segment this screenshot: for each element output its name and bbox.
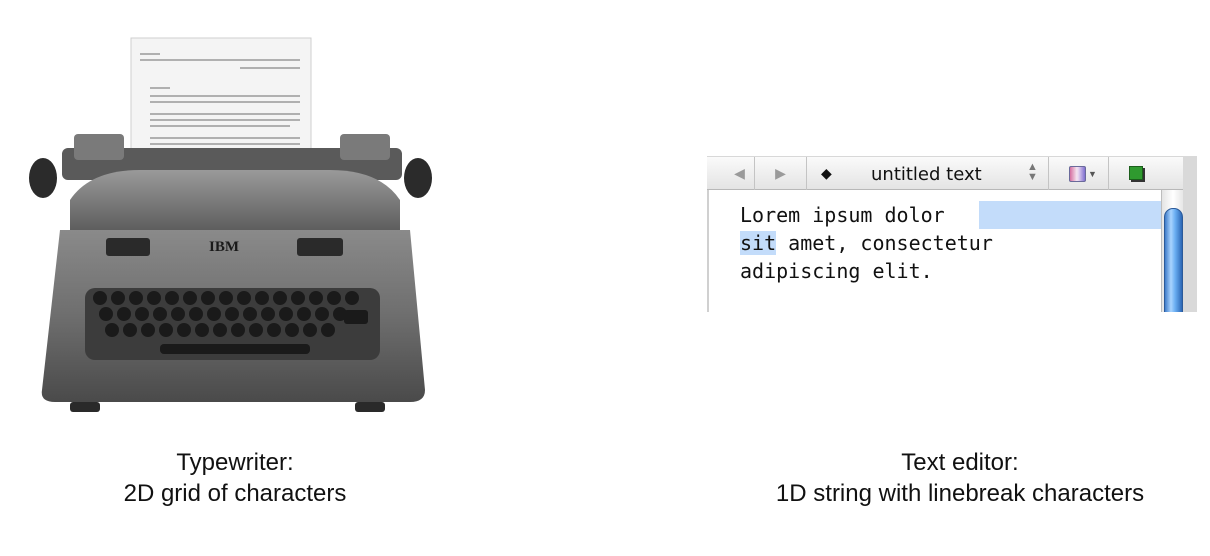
editor-toolbar: ◀ ▶ ◆ untitled text ▲ ▼ ▼ <box>707 156 1183 190</box>
typewriter-caption-line2: 2D grid of characters <box>123 480 347 507</box>
title-popup-separator <box>1019 157 1049 190</box>
selected-text: sit <box>740 231 777 255</box>
ibm-logo: IBM <box>209 239 239 255</box>
scrollbar-thumb[interactable] <box>1164 208 1183 312</box>
text-line-1: Lorem ipsum dolor <box>740 203 957 227</box>
text-editor-caption-line1: Text editor: <box>901 449 1019 476</box>
text-editor-window: ◀ ▶ ◆ untitled text ▲ ▼ ▼ Lorem ipsum dol… <box>707 156 1197 312</box>
triangle-left-icon: ◀ <box>734 165 745 181</box>
text-line-2-rest: amet, consectetur <box>776 231 993 255</box>
diamond-icon: ◆ <box>821 165 832 181</box>
text-content-area[interactable]: Lorem ipsum dolor sit amet, consectetur … <box>707 190 1163 312</box>
typewriter-caption: Typewriter: 2D grid of characters <box>0 447 470 509</box>
typewriter-photo: IBM <box>29 37 432 412</box>
text-editor-caption: Text editor: 1D string with linebreak ch… <box>700 447 1210 509</box>
bookmarks-menu <box>1049 157 1109 190</box>
typewriter-caption-line1: Typewriter: <box>176 449 294 476</box>
text-line-3: adipiscing elit. <box>740 259 933 283</box>
window-edge <box>1183 156 1197 312</box>
back-button[interactable]: ◀ <box>725 157 755 190</box>
triangle-right-icon: ▶ <box>775 165 786 181</box>
vertical-scrollbar[interactable] <box>1161 190 1184 312</box>
selection-highlight <box>979 201 1161 229</box>
forward-button[interactable]: ▶ <box>755 157 807 190</box>
text-line-2: sit amet, consectetur <box>740 229 993 257</box>
text-editor-caption-line2: 1D string with linebreak characters <box>775 480 1145 507</box>
document-title[interactable]: untitled text <box>871 164 982 185</box>
window-split-icon[interactable] <box>1129 166 1143 180</box>
